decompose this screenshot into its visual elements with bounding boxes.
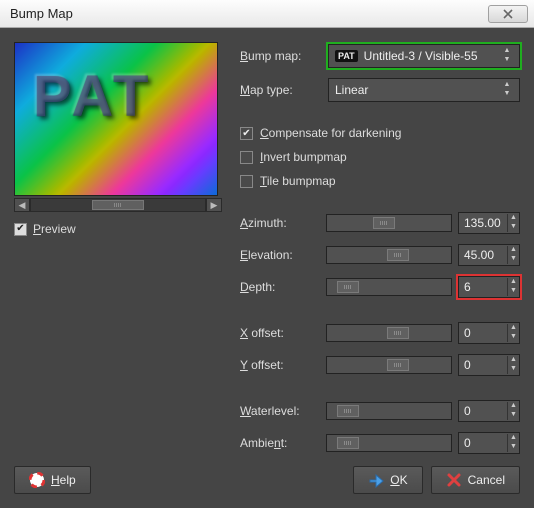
- checkbox-icon: [14, 223, 27, 236]
- titlebar: Bump Map: [0, 0, 534, 28]
- compensate-checkbox[interactable]: Compensate for darkening: [240, 126, 520, 140]
- chevron-updown-icon: ▲▼: [501, 47, 513, 65]
- waterlevel-slider[interactable]: [326, 402, 452, 420]
- ambient-input[interactable]: 0▲▼: [458, 432, 520, 454]
- ok-button[interactable]: OK: [353, 466, 422, 494]
- preview-scrollbar[interactable]: ◀ ▶: [14, 198, 222, 212]
- help-icon: [29, 472, 45, 488]
- yoffset-label: Y offset:: [240, 358, 318, 372]
- elevation-input[interactable]: 45.00▲▼: [458, 244, 520, 266]
- close-button[interactable]: [488, 5, 528, 23]
- yoffset-input[interactable]: 0▲▼: [458, 354, 520, 376]
- depth-label: Depth:: [240, 280, 318, 294]
- xoffset-input[interactable]: 0▲▼: [458, 322, 520, 344]
- help-button[interactable]: Help: [14, 466, 91, 494]
- cancel-label: Cancel: [468, 473, 505, 487]
- azimuth-input[interactable]: 135.00▲▼: [458, 212, 520, 234]
- azimuth-label: Azimuth:: [240, 216, 318, 230]
- help-label: elp: [60, 473, 76, 487]
- preview-text: PAT: [33, 63, 152, 130]
- elevation-slider[interactable]: [326, 246, 452, 264]
- yoffset-slider[interactable]: [326, 356, 452, 374]
- checkbox-icon: [240, 127, 253, 140]
- elevation-label: Elevation:: [240, 248, 318, 262]
- waterlevel-label: Waterlevel:: [240, 404, 318, 418]
- ok-icon: [368, 472, 384, 488]
- maptype-value: Linear: [335, 83, 501, 97]
- maptype-dropdown[interactable]: Linear ▲▼: [328, 78, 520, 102]
- checkbox-icon: [240, 151, 253, 164]
- depth-slider[interactable]: [326, 278, 452, 296]
- scroll-right-icon[interactable]: ▶: [206, 198, 222, 212]
- window-title: Bump Map: [10, 6, 488, 21]
- xoffset-label: X offset:: [240, 326, 318, 340]
- scroll-left-icon[interactable]: ◀: [14, 198, 30, 212]
- bumpmap-value: Untitled-3 / Visible-55: [364, 49, 501, 63]
- scroll-thumb[interactable]: [92, 200, 144, 210]
- chevron-updown-icon: ▲▼: [501, 81, 513, 99]
- waterlevel-input[interactable]: 0▲▼: [458, 400, 520, 422]
- xoffset-slider[interactable]: [326, 324, 452, 342]
- bumpmap-label: Bump map:: [240, 49, 320, 63]
- azimuth-slider[interactable]: [326, 214, 452, 232]
- cancel-icon: [446, 472, 462, 488]
- ok-label: K: [400, 473, 408, 487]
- checkbox-icon: [240, 175, 253, 188]
- preview-checkbox[interactable]: Preview: [14, 222, 222, 236]
- cancel-button[interactable]: Cancel: [431, 466, 520, 494]
- bumpmap-dropdown[interactable]: PAT Untitled-3 / Visible-55 ▲▼: [328, 44, 520, 68]
- ambient-label: Ambient:: [240, 436, 318, 450]
- depth-input[interactable]: 6▲▼: [458, 276, 520, 298]
- preview-image: PAT: [14, 42, 218, 196]
- bumpmap-badge: PAT: [335, 50, 358, 62]
- maptype-label: Map type:: [240, 83, 320, 97]
- tile-checkbox[interactable]: Tile bumpmap: [240, 174, 520, 188]
- invert-checkbox[interactable]: Invert bumpmap: [240, 150, 520, 164]
- ambient-slider[interactable]: [326, 434, 452, 452]
